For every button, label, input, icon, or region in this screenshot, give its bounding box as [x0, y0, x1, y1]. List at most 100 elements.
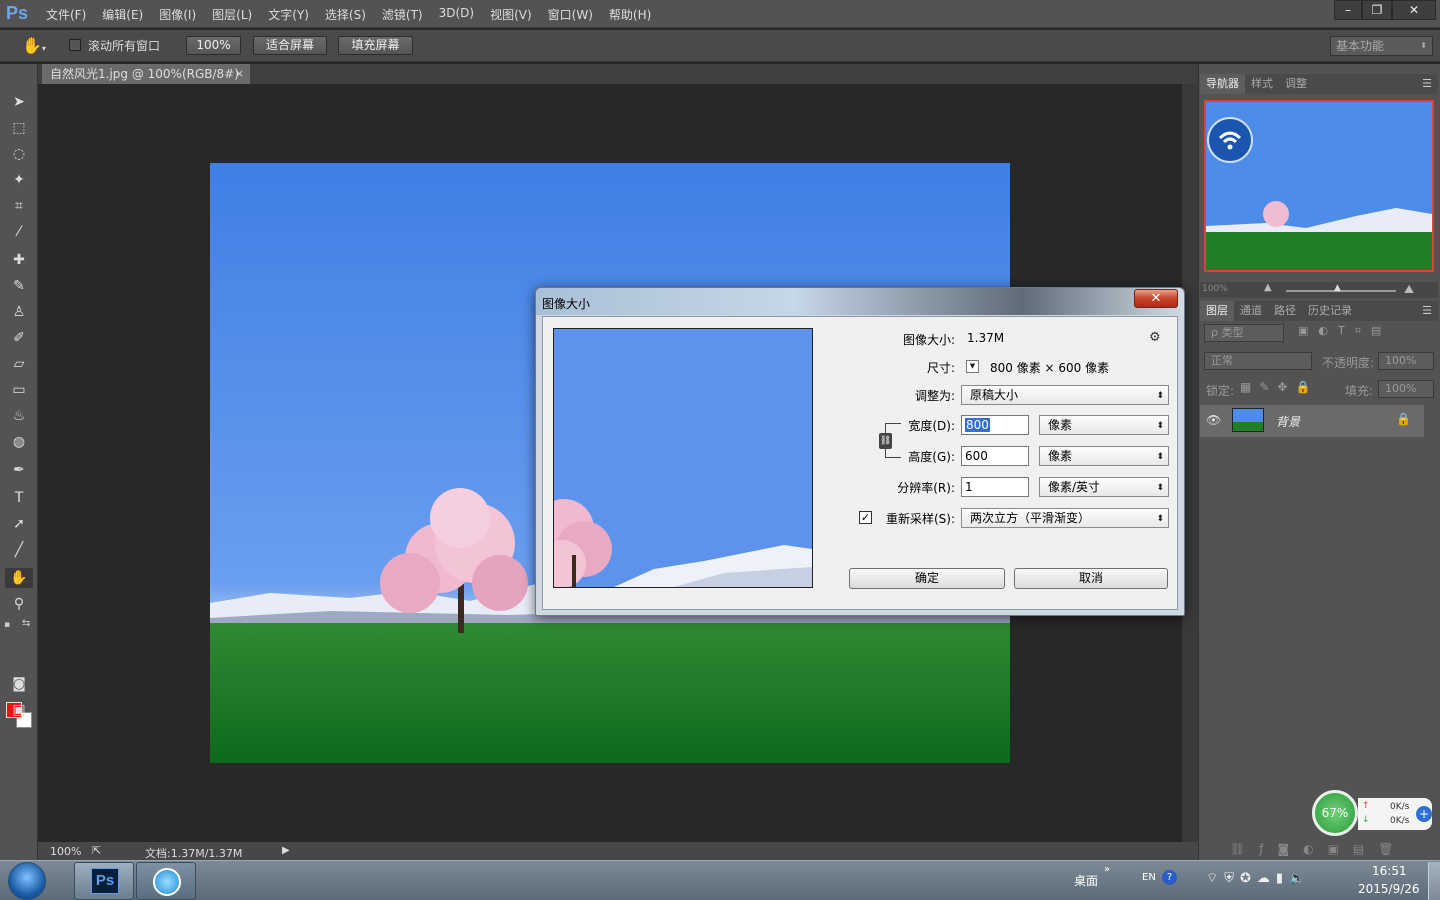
dodge-tool-icon[interactable]: ◍ [9, 432, 29, 452]
zoom-100-button[interactable]: 100% [186, 36, 241, 55]
tab-paths[interactable]: 路径 [1268, 301, 1302, 321]
pen-tool-icon[interactable]: ✒ [9, 460, 29, 480]
line-tool-icon[interactable]: ╱ [9, 540, 29, 560]
cancel-button[interactable]: 取消 [1014, 568, 1168, 589]
zoom-tool-icon[interactable]: ⚲ [9, 594, 29, 614]
fit-to-select[interactable]: 原稿大小 ⬍ [961, 385, 1169, 405]
gradient-tool-icon[interactable]: ▭ [9, 380, 29, 400]
hand-tool-icon[interactable]: ✋ [5, 568, 33, 588]
healing-brush-tool-icon[interactable]: ✚ [9, 250, 29, 270]
lasso-tool-icon[interactable]: ◌ [9, 144, 29, 164]
fill-screen-button[interactable]: 填充屏幕 [338, 36, 413, 55]
minimize-button[interactable]: – [1334, 0, 1362, 20]
resolution-input[interactable]: 1 [961, 477, 1029, 497]
desktop-toolbar-label[interactable]: 桌面 [1074, 872, 1098, 889]
layer-row-background[interactable]: 👁 背景 🔒 [1200, 405, 1424, 437]
swap-colors-icon[interactable]: ⇆ [22, 618, 34, 630]
history-brush-tool-icon[interactable]: ✐ [9, 328, 29, 348]
taskbar-browser[interactable] [136, 862, 196, 900]
layer-filter-icons[interactable]: ▣◐T⌗▤ [1298, 324, 1428, 342]
tab-close-icon[interactable]: × [235, 64, 244, 84]
status-zoom[interactable]: 100% [50, 845, 81, 858]
zoom-out-icon[interactable]: ▲ [1264, 282, 1272, 293]
marquee-tool-icon[interactable]: ⬚ [9, 118, 29, 138]
close-button[interactable]: ✕ [1392, 0, 1436, 20]
restore-button[interactable]: ❐ [1362, 0, 1392, 20]
width-unit-select[interactable]: 像素 ⬍ [1039, 415, 1169, 435]
blur-tool-icon[interactable]: ♨ [9, 406, 29, 426]
menu-image[interactable]: 图像(I) [159, 6, 196, 23]
menu-view[interactable]: 视图(V) [490, 6, 532, 23]
visibility-eye-icon[interactable]: 👁 [1206, 413, 1221, 427]
network-monitor-widget[interactable]: 67% ↑ 0K/s ↓ 0K/s + [1312, 790, 1436, 836]
quick-mask-icon[interactable]: ◙ [9, 674, 29, 694]
tab-navigator[interactable]: 导航器 [1200, 74, 1245, 94]
navigator-thumbnail[interactable] [1204, 100, 1434, 272]
tab-layers[interactable]: 图层 [1200, 301, 1234, 321]
blend-mode-select[interactable]: 正常 [1204, 352, 1312, 370]
tab-history[interactable]: 历史记录 [1302, 301, 1358, 321]
ok-button[interactable]: 确定 [849, 568, 1005, 589]
tray-icons[interactable]: ⌔⛨✪☁▮🔈 [1206, 870, 1326, 888]
layers-footer-icons[interactable]: ⛓ƒ◙◐▣▤🗑 [1230, 842, 1430, 858]
default-colors-icon[interactable]: ▪ [4, 620, 14, 630]
menu-3d[interactable]: 3D(D) [439, 6, 474, 23]
crop-tool-icon[interactable]: ⌗ [9, 196, 29, 216]
navigator-zoom-value[interactable]: 100% [1202, 284, 1228, 294]
menu-file[interactable]: 文件(F) [46, 6, 86, 23]
resolution-unit-select[interactable]: 像素/英寸 ⬍ [1039, 477, 1169, 497]
tab-styles[interactable]: 样式 [1245, 74, 1279, 94]
plus-icon[interactable]: + [1416, 806, 1432, 822]
taskbar-photoshop[interactable]: Ps [74, 862, 134, 900]
menu-help[interactable]: 帮助(H) [609, 6, 651, 23]
status-menu-arrow-icon[interactable]: ▶ [282, 845, 290, 856]
type-tool-icon[interactable]: T [9, 488, 29, 508]
menu-layer[interactable]: 图层(L) [212, 6, 252, 23]
height-input[interactable]: 600 [961, 446, 1029, 466]
menu-type[interactable]: 文字(Y) [268, 6, 309, 23]
settings-gear-icon[interactable]: ⚙ [1149, 330, 1161, 345]
panel-menu-icon[interactable]: ☰ [1416, 74, 1438, 94]
eyedropper-tool-icon[interactable]: ⁄ [9, 222, 29, 242]
menu-select[interactable]: 选择(S) [325, 6, 366, 23]
tab-adjustments[interactable]: 调整 [1279, 74, 1313, 94]
opacity-input[interactable]: 100% [1378, 352, 1434, 370]
workspace-select[interactable]: 基本功能 ⬍ [1330, 36, 1433, 56]
tab-channels[interactable]: 通道 [1234, 301, 1268, 321]
fill-input[interactable]: 100% [1378, 380, 1434, 398]
zoom-slider-thumb-icon[interactable]: ▲ [1334, 283, 1341, 293]
dialog-close-button[interactable]: ✕ [1134, 289, 1178, 308]
eraser-tool-icon[interactable]: ▱ [9, 354, 29, 374]
constrain-proportions-icon[interactable]: ⛓ [879, 433, 892, 449]
magic-wand-tool-icon[interactable]: ✦ [9, 170, 29, 190]
layer-name[interactable]: 背景 [1276, 413, 1300, 430]
clock-date[interactable]: 2015/9/26 [1358, 882, 1420, 896]
height-unit-select[interactable]: 像素 ⬍ [1039, 446, 1169, 466]
path-selection-tool-icon[interactable]: ➚ [9, 514, 29, 534]
layer-filter-select[interactable]: ρ 类型 [1204, 324, 1284, 342]
resample-method-select[interactable]: 两次立方（平滑渐变） ⬍ [961, 508, 1169, 528]
dimensions-unit-dropdown-icon[interactable]: ▼ [966, 360, 979, 373]
clone-stamp-tool-icon[interactable]: ♙ [9, 302, 29, 322]
menu-edit[interactable]: 编辑(E) [102, 6, 143, 23]
dialog-titlebar[interactable] [536, 288, 1184, 315]
image-preview[interactable] [553, 328, 813, 588]
scroll-all-windows-checkbox[interactable] [69, 39, 81, 51]
width-input[interactable]: 800 [961, 415, 1029, 435]
toolbar-expand-icon[interactable]: » [1104, 864, 1110, 875]
menu-window[interactable]: 窗口(W) [548, 6, 593, 23]
export-icon[interactable]: ⇱ [92, 844, 101, 857]
language-indicator[interactable]: EN [1142, 872, 1156, 883]
resample-checkbox[interactable]: ✓ [859, 511, 872, 524]
screen-mode-icon[interactable]: ▣ [9, 700, 29, 720]
zoom-in-icon[interactable]: ⛰ [1404, 282, 1414, 297]
show-desktop-button[interactable] [1428, 862, 1440, 900]
panel-menu-icon[interactable]: ☰ [1416, 301, 1438, 321]
menu-filter[interactable]: 滤镜(T) [382, 6, 423, 23]
start-button[interactable] [8, 862, 46, 900]
zoom-slider[interactable] [1286, 290, 1396, 292]
move-tool-icon[interactable]: ➤ [9, 92, 29, 112]
document-tab[interactable]: 自然风光1.jpg @ 100%(RGB/8#) × [42, 64, 250, 84]
hand-tool-preset-icon[interactable]: ✋▾ [22, 36, 52, 56]
fit-screen-button[interactable]: 适合屏幕 [253, 36, 327, 55]
